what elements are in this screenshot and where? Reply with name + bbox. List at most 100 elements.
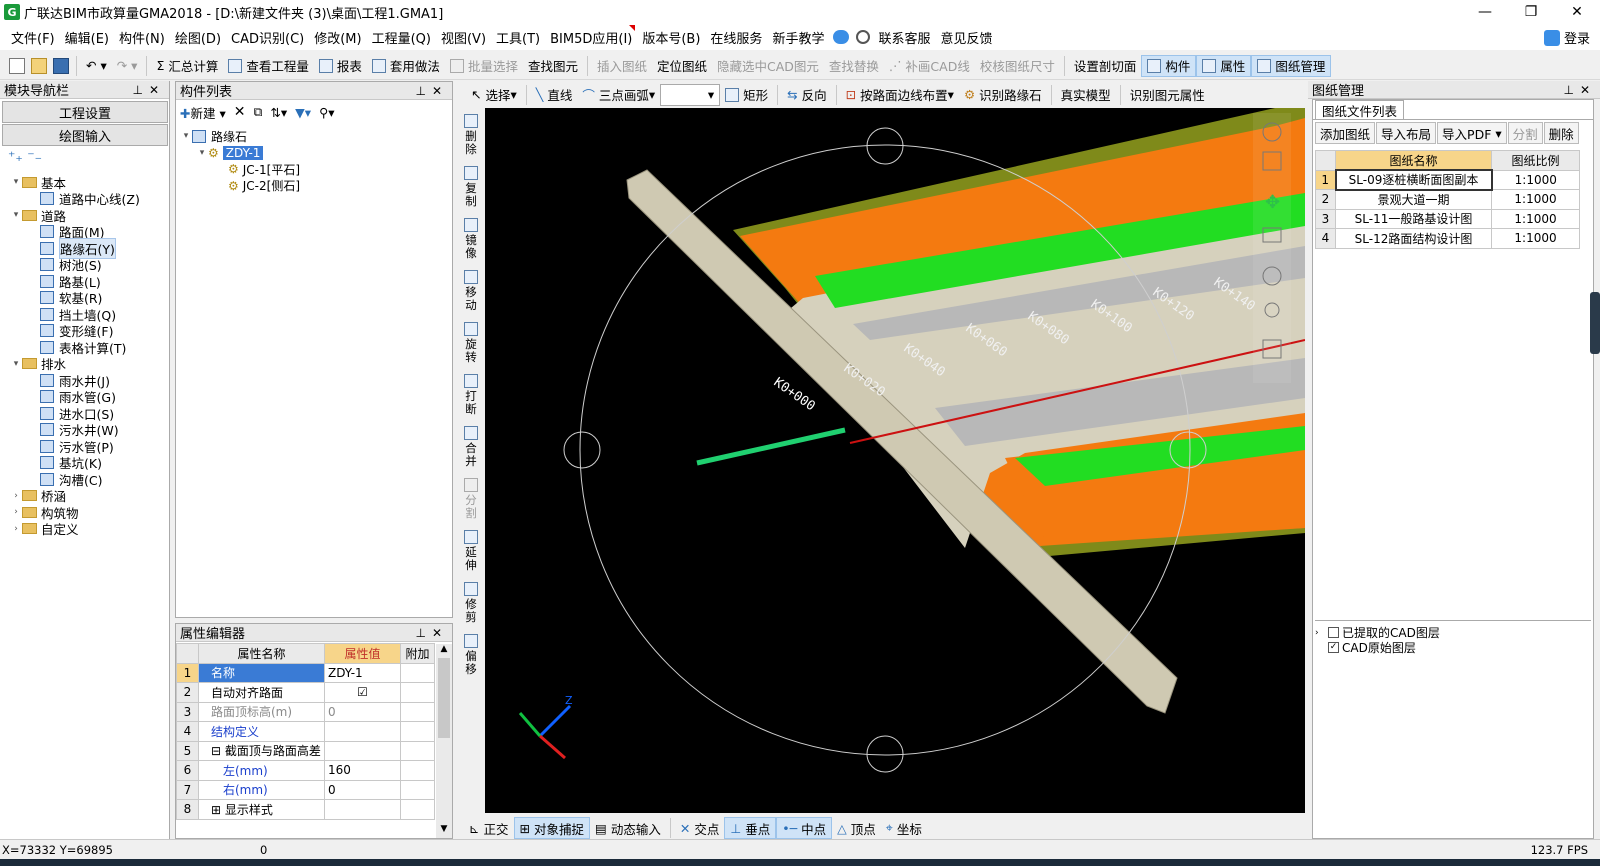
layer-original-checkbox[interactable]: ✓: [1328, 642, 1339, 653]
menu-bim5d[interactable]: BIM5D应用(I): [545, 24, 637, 47]
report-button[interactable]: 报表: [314, 55, 367, 77]
sidebar-item[interactable]: 污水井(W): [0, 422, 168, 438]
sum-calc-button[interactable]: Σ 汇总计算: [151, 55, 223, 77]
real-model-button[interactable]: 真实模型: [1056, 84, 1116, 106]
menu-view[interactable]: 视图(V): [436, 28, 491, 47]
sidebar-item[interactable]: 树池(S): [0, 257, 168, 273]
find-replace-button[interactable]: 查找替换: [824, 55, 884, 77]
filter-icon[interactable]: ▼▾: [295, 105, 311, 120]
chevron-down-icon[interactable]: ▾: [10, 210, 22, 220]
modify-tool-button[interactable]: 复制: [464, 166, 478, 208]
property-value[interactable]: [324, 721, 401, 742]
batch-select-button[interactable]: 批量选择: [445, 55, 523, 77]
delete-drawing-button[interactable]: 删除: [1543, 122, 1579, 144]
layer-extracted-checkbox[interactable]: [1328, 627, 1339, 638]
sort-icon[interactable]: ⇅▾: [270, 105, 287, 120]
menu-tutorial[interactable]: 新手教学: [767, 28, 829, 47]
chevron-right-icon[interactable]: ›: [10, 491, 22, 501]
property-value[interactable]: [324, 740, 401, 761]
import-pdf-button[interactable]: 导入PDF ▾: [1437, 122, 1507, 144]
property-row[interactable]: 1 名称 ZDY-1: [176, 662, 435, 683]
sidebar-item[interactable]: 挡土墙(Q): [0, 306, 168, 323]
tree-folder[interactable]: › 构筑物: [0, 504, 168, 521]
modify-tool-button[interactable]: 修剪: [464, 582, 478, 624]
draw-mode-select[interactable]: ▾: [660, 83, 721, 106]
drawing-scale[interactable]: 1:1000: [1491, 208, 1580, 229]
redo-button[interactable]: ↷ ▾: [112, 55, 143, 77]
coordinate-toggle[interactable]: ⌖ 坐标: [881, 817, 927, 839]
component-item-1[interactable]: ⚙ JC-1[平石]: [180, 161, 300, 178]
rotation-handle-left[interactable]: [563, 431, 601, 469]
menu-contact[interactable]: 联系客服: [873, 28, 935, 47]
sidebar-item[interactable]: 表格计算(T): [0, 339, 168, 356]
rect-button[interactable]: 矩形: [720, 84, 773, 106]
drawing-mgmt-toggle[interactable]: 图纸管理: [1251, 54, 1332, 77]
drawing-input-button[interactable]: 绘图输入: [2, 124, 168, 146]
find-element-button[interactable]: 查找图元: [523, 55, 583, 77]
undo-button[interactable]: ↶ ▾: [81, 55, 112, 77]
layer-extracted[interactable]: › 已提取的CAD图层: [1315, 625, 1591, 640]
chevron-right-icon[interactable]: ›: [10, 507, 22, 517]
panel-pin-close-icon[interactable]: ⊥✕: [415, 626, 448, 640]
apply-method-button[interactable]: 套用做法: [367, 55, 445, 77]
menu-feedback[interactable]: 意见反馈: [935, 28, 997, 47]
menu-file[interactable]: 文件(F): [6, 28, 60, 47]
panel-pin-close-icon[interactable]: ⊥✕: [132, 83, 165, 97]
chevron-down-icon[interactable]: ▾: [10, 177, 22, 187]
drawing-name[interactable]: SL-11一般路基设计图: [1335, 208, 1492, 229]
midpoint-toggle[interactable]: •─ 中点: [776, 817, 833, 839]
by-edge-button[interactable]: ⊡ 按路面边线布置 ▾: [841, 84, 959, 106]
drawing-name[interactable]: SL-12路面结构设计图: [1335, 228, 1492, 249]
add-drawing-button[interactable]: 添加图纸: [1315, 122, 1376, 144]
menu-cad-identify[interactable]: CAD识别(C): [226, 28, 309, 47]
ortho-toggle[interactable]: ⊾ 正交: [464, 817, 514, 839]
drawing-name[interactable]: SL-09逐桩横断面图副本: [1334, 169, 1493, 191]
close-button[interactable]: ✕: [1554, 0, 1600, 24]
check-dims-button[interactable]: 校核图纸尺寸: [975, 55, 1060, 77]
project-settings-button[interactable]: 工程设置: [2, 101, 168, 123]
sidebar-item[interactable]: 雨水井(J): [0, 372, 168, 389]
sidebar-item[interactable]: 沟槽(C): [0, 471, 168, 488]
sidebar-item[interactable]: 污水管(P): [0, 438, 168, 455]
drawing-scale[interactable]: 1:1000: [1491, 189, 1580, 210]
modify-tool-button[interactable]: 镜像: [464, 218, 478, 260]
property-extra[interactable]: [400, 779, 435, 800]
modify-tool-button[interactable]: 偏移: [464, 634, 478, 676]
pan-icon[interactable]: ✥: [1265, 192, 1280, 213]
select-button[interactable]: ↖ 选择 ▾: [466, 84, 522, 106]
perpendicular-toggle[interactable]: ⊥ 垂点: [724, 817, 777, 839]
drawing-name[interactable]: 景观大道一期: [1335, 189, 1492, 210]
road-3d-scene[interactable]: K0+000 K0+020 K0+040 K0+060 K0+080 K0+10…: [485, 108, 1305, 813]
sidebar-item[interactable]: 路缘石(Y): [0, 237, 168, 259]
drawing-scale[interactable]: 1:1000: [1491, 228, 1580, 249]
view-qty-button[interactable]: 查看工程量: [223, 55, 314, 77]
property-toggle[interactable]: 属性: [1196, 54, 1252, 77]
copy-icon[interactable]: ⧉: [253, 104, 262, 120]
line-button[interactable]: ╲ 直线: [531, 84, 578, 106]
save-icon[interactable]: [53, 57, 69, 74]
property-extra[interactable]: [400, 799, 435, 820]
property-row[interactable]: 2 自动对齐路面 ☑: [176, 682, 435, 703]
property-extra[interactable]: [400, 682, 435, 703]
property-row[interactable]: 3 路面顶标高(m) 0: [176, 701, 435, 722]
menu-version[interactable]: 版本号(B): [637, 28, 705, 47]
property-extra[interactable]: [400, 760, 435, 781]
property-value[interactable]: 160: [324, 760, 401, 781]
property-extra[interactable]: [400, 740, 435, 761]
minimize-button[interactable]: —: [1462, 0, 1508, 24]
property-row[interactable]: 7 右(mm) 0: [176, 779, 435, 800]
sidebar-item[interactable]: 道路中心线(Z): [0, 191, 168, 207]
property-scrollbar[interactable]: ▲ ▼: [436, 644, 452, 838]
property-row[interactable]: 5 ⊟ 截面顶与路面高差: [176, 740, 435, 761]
new-file-icon[interactable]: [9, 57, 25, 74]
property-value[interactable]: ZDY-1: [324, 662, 401, 683]
menu-draw[interactable]: 绘图(D): [170, 28, 226, 47]
dynamic-input-toggle[interactable]: ▤ 动态输入: [590, 817, 666, 839]
chevron-right-icon[interactable]: ›: [10, 524, 22, 534]
property-row[interactable]: 8 ⊞ 显示样式: [176, 799, 435, 820]
menu-component[interactable]: 构件(N): [114, 28, 170, 47]
property-value[interactable]: [324, 799, 401, 820]
drawing-row[interactable]: 4 SL-12路面结构设计图 1:1000: [1315, 228, 1580, 249]
menu-modify[interactable]: 修改(M): [309, 28, 366, 47]
menu-tools[interactable]: 工具(T): [491, 28, 545, 47]
